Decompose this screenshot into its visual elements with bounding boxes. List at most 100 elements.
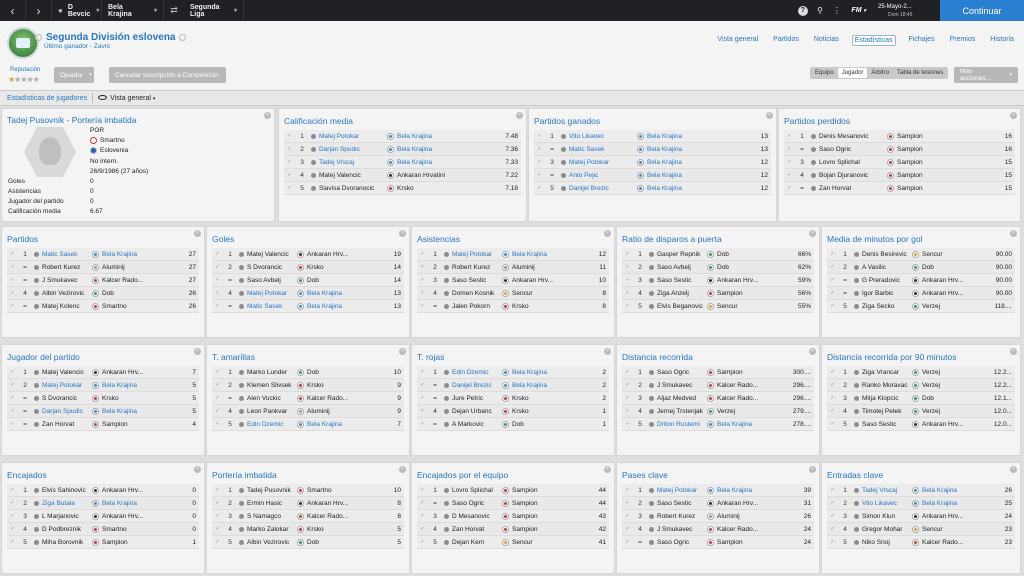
- panel-title[interactable]: Distancia recorrida por 90 minutos: [827, 352, 956, 362]
- close-icon[interactable]: ×: [194, 348, 201, 355]
- club-name[interactable]: Bela Krajina: [647, 185, 709, 192]
- tab-historia[interactable]: Historia: [988, 35, 1016, 46]
- table-row[interactable]: ✓ 4 Jernej Trstenjak Verzej 279....: [622, 405, 814, 418]
- table-row[interactable]: ✓ 3 Saso Sestic Ankaran Hrv... 10: [417, 274, 609, 287]
- club-name[interactable]: Bela Krajina: [922, 487, 966, 494]
- club-name[interactable]: Krsko: [397, 185, 459, 192]
- player-name[interactable]: Elvis Beganovic: [657, 303, 707, 310]
- table-row[interactable]: ✓ 5 Edin Dzemic Bela Krajina 7: [212, 418, 404, 431]
- table-row[interactable]: ✓ 2 A Vasilic Dob 90.00: [827, 261, 1015, 274]
- table-row[interactable]: ✓ = Anto Pejic Bela Krajina 12: [534, 169, 771, 182]
- table-row[interactable]: ✓ 1 Matej Potokar Bela Krajina 7.48: [284, 130, 521, 143]
- view-selector[interactable]: Vista general ▾: [98, 95, 155, 102]
- close-icon[interactable]: ×: [1010, 348, 1017, 355]
- club-name[interactable]: Kalcer Rado...: [717, 382, 761, 389]
- table-row[interactable]: ✓ = Zan Horvat Sampion 15: [784, 182, 1015, 195]
- player-name[interactable]: S Dvorancic: [42, 395, 92, 402]
- player-name[interactable]: Matej Kolenc: [42, 303, 92, 310]
- player-club[interactable]: Smartno: [90, 137, 125, 144]
- club-name[interactable]: Ankaran Hrv...: [102, 513, 146, 520]
- panel-title[interactable]: Pases clave: [622, 470, 668, 480]
- table-row[interactable]: ✓ 1 Marko Lunder Dob 10: [212, 366, 404, 379]
- club-name[interactable]: Bela Krajina: [512, 382, 556, 389]
- player-name[interactable]: Anto Pejic: [569, 172, 637, 179]
- table-row[interactable]: ✓ = Danijel Brezic Bela Krajina 2: [417, 379, 609, 392]
- club-name[interactable]: Kalcer Rado...: [717, 395, 761, 402]
- tab-vista-general[interactable]: Vista general: [715, 35, 760, 46]
- club-name[interactable]: Bela Krajina: [922, 500, 966, 507]
- subtab-jugador[interactable]: Jugador: [837, 68, 868, 78]
- club-name[interactable]: Bela Krajina: [717, 421, 761, 428]
- table-row[interactable]: ✓ 4 Gregor Mohar Sencur 23: [827, 523, 1015, 536]
- player-name[interactable]: Saso Sestic: [657, 500, 707, 507]
- table-row[interactable]: ✓ 1 Denis Besirevic Sencur 90.00: [827, 248, 1015, 261]
- more-actions-button[interactable]: Más acciones... ▾: [954, 67, 1018, 83]
- club-name[interactable]: Sencur: [512, 539, 556, 546]
- close-icon[interactable]: ×: [766, 112, 773, 119]
- club-name[interactable]: Ankaran Hrv...: [307, 500, 351, 507]
- club-name[interactable]: Verzej: [922, 408, 966, 415]
- player-name[interactable]: L Marjanovic: [42, 513, 92, 520]
- player-name[interactable]: Danijel Brezic: [452, 382, 502, 389]
- table-row[interactable]: ✓ 2 Darjan Spudic Bela Krajina 7.36: [284, 143, 521, 156]
- player-name[interactable]: Darjan Spudic: [42, 408, 92, 415]
- club-name[interactable]: Ankaran Hrv...: [922, 513, 966, 520]
- panel-title[interactable]: Partidos perdidos: [784, 116, 850, 126]
- player-name[interactable]: J Smukavec: [42, 277, 92, 284]
- player-name[interactable]: Matic Sasek: [247, 303, 297, 310]
- table-row[interactable]: ✓ = Matej Kolenc Smartno 26: [7, 300, 199, 313]
- club-name[interactable]: Bela Krajina: [647, 146, 709, 153]
- club-name[interactable]: Bela Krajina: [307, 290, 351, 297]
- club-name[interactable]: Sampion: [717, 539, 761, 546]
- table-row[interactable]: ✓ 4 Zan Horvat Sampion 42: [417, 523, 609, 536]
- table-row[interactable]: ✓ 1 Gasper Repnik Dob 66%: [622, 248, 814, 261]
- table-row[interactable]: ✓ = Jalen Pokorn Krsko 8: [417, 300, 609, 313]
- club-name[interactable]: Bela Krajina: [512, 369, 556, 376]
- player-name[interactable]: Robert Kurez: [42, 264, 92, 271]
- player-card-title[interactable]: Tadej Pusovnik - Portería imbatida: [7, 115, 136, 125]
- player-name[interactable]: Ranko Moravac: [862, 382, 912, 389]
- club-name[interactable]: Ankaran Hrv...: [922, 290, 966, 297]
- club-name[interactable]: Bela Krajina: [307, 303, 351, 310]
- player-name[interactable]: Domen Kosnik: [452, 290, 502, 297]
- player-name[interactable]: Matej Potokar: [657, 487, 707, 494]
- club-name[interactable]: Krsko: [512, 395, 556, 402]
- table-row[interactable]: ✓ 4 Matej Potokar Bela Krajina 13: [212, 287, 404, 300]
- player-name[interactable]: A Vasilic: [862, 264, 912, 271]
- player-name[interactable]: Bojan Djuranovic: [819, 172, 887, 179]
- table-row[interactable]: ✓ 1 Elvis Sahinovic Ankaran Hrv... 0: [7, 484, 199, 497]
- player-name[interactable]: Marko Zalokar: [247, 526, 297, 533]
- player-name[interactable]: Matic Sasek: [569, 146, 637, 153]
- player-name[interactable]: Edin Dzemic: [247, 421, 297, 428]
- table-row[interactable]: ✓ 4 Ziga Anzelj Sampion 56%: [622, 287, 814, 300]
- player-name[interactable]: Matej Valencic: [247, 251, 297, 258]
- club-name[interactable]: Aluminij: [102, 264, 146, 271]
- player-name[interactable]: Vito Likavec: [569, 133, 637, 140]
- club-name[interactable]: Krsko: [307, 264, 351, 271]
- subtab-equipo[interactable]: Equipo: [811, 68, 838, 78]
- table-row[interactable]: ✓ = Matic Sasek Bela Krajina 13: [534, 143, 771, 156]
- table-row[interactable]: ✓ 3 Matej Potokar Bela Krajina 12: [534, 156, 771, 169]
- player-name[interactable]: Leon Pankvar: [247, 408, 297, 415]
- table-row[interactable]: ✓ 4 Dejan Urbanc Krsko 1: [417, 405, 609, 418]
- player-name[interactable]: Marko Lunder: [247, 369, 297, 376]
- club-name[interactable]: Sampion: [512, 526, 556, 533]
- player-name[interactable]: Alen Vuckic: [247, 395, 297, 402]
- club-name[interactable]: Bela Krajina: [307, 421, 351, 428]
- close-icon[interactable]: ×: [1010, 112, 1017, 119]
- player-name[interactable]: Elvis Sahinovic: [42, 487, 92, 494]
- table-row[interactable]: ✓ 3 Lovro Splichal Sampion 15: [784, 156, 1015, 169]
- club-name[interactable]: Sampion: [897, 159, 959, 166]
- table-row[interactable]: ✓ = Jure Petric Krsko 2: [417, 392, 609, 405]
- panel-title[interactable]: Encajados por el equipo: [417, 470, 508, 480]
- player-name[interactable]: Matej Potokar: [319, 133, 387, 140]
- table-row[interactable]: ✓ 3 Aljaz Medved Kalcer Rado... 296....: [622, 392, 814, 405]
- crumb-club[interactable]: Bela Krajina ▾: [102, 0, 164, 21]
- player-name[interactable]: Matej Potokar: [247, 290, 297, 297]
- last-winner[interactable]: Último ganador - Zavrc: [44, 43, 110, 50]
- club-name[interactable]: Dob: [307, 277, 351, 284]
- table-row[interactable]: ✓ = Saso Avbelj Dob 14: [212, 274, 404, 287]
- info-icon[interactable]: [179, 34, 187, 41]
- player-name[interactable]: Igor Barbic: [862, 290, 912, 297]
- player-name[interactable]: Robert Kurez: [657, 513, 707, 520]
